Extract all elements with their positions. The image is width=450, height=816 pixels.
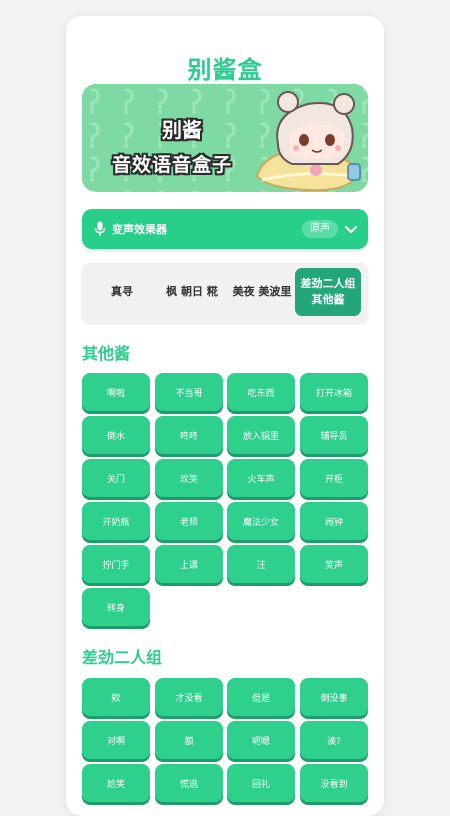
sound-button[interactable]: 辅导员 — [300, 416, 368, 454]
banner: 别酱 音效语音盒子 — [82, 84, 368, 192]
sound-button[interactable]: 呃嗯 — [227, 721, 295, 759]
sound-button[interactable]: 魔法少女 — [227, 502, 295, 540]
sound-button[interactable]: 火车声 — [227, 459, 295, 497]
sound-button[interactable]: 上课 — [155, 545, 223, 583]
sound-button[interactable]: 笑声 — [300, 545, 368, 583]
sound-button[interactable]: 没看到 — [300, 764, 368, 802]
banner-title-line2: 音效语音盒子 — [111, 154, 232, 176]
sound-button[interactable]: 转身 — [82, 588, 150, 626]
tab-meiye-meiboli[interactable]: 美夜 美波里 — [229, 268, 295, 316]
app-card: 别酱盒 别酱 音效语音盒子 变声效果器 原声 真寻 枫 朝日 糀 美夜 美波里 … — [66, 16, 384, 816]
sound-button[interactable]: 对啊 — [82, 721, 150, 759]
sound-button[interactable]: 诶? — [300, 721, 368, 759]
sound-button[interactable]: 额 — [155, 721, 223, 759]
sound-button[interactable]: 倒没事 — [300, 678, 368, 716]
sound-button[interactable]: 闹钟 — [300, 502, 368, 540]
sound-button[interactable]: 欢笑 — [155, 459, 223, 497]
section-title-chajin: 差劲二人组 — [82, 648, 163, 667]
sound-button[interactable]: 打开冰箱 — [300, 373, 368, 411]
voice-effect-value[interactable]: 原声 — [302, 220, 338, 238]
page-title: 别酱盒 — [187, 56, 263, 84]
sound-button[interactable]: 放入锅里 — [227, 416, 295, 454]
sound-button[interactable]: 开柜 — [300, 459, 368, 497]
sound-button[interactable]: 尬笑 — [82, 764, 150, 802]
chevron-down-icon[interactable] — [344, 222, 358, 236]
sound-button[interactable]: 老师 — [155, 502, 223, 540]
sound-button[interactable]: 关门 — [82, 459, 150, 497]
sound-button[interactable]: 咚咚 — [155, 416, 223, 454]
sound-button[interactable]: 啊啦 — [82, 373, 150, 411]
sound-button[interactable]: 但是 — [227, 678, 295, 716]
voice-changer-dropdown[interactable]: 变声效果器 原声 — [82, 209, 368, 249]
sound-button[interactable]: 拧门手 — [82, 545, 150, 583]
tab-zhenxun[interactable]: 真寻 — [89, 268, 155, 316]
tab-chajin-qita[interactable]: 差劲二人组 其他酱 — [295, 268, 361, 316]
banner-title-line1: 别酱 — [162, 118, 202, 142]
microphone-icon — [94, 221, 106, 236]
sound-button[interactable]: 回礼 — [227, 764, 295, 802]
sound-button[interactable]: 汪 — [227, 545, 295, 583]
sound-button[interactable]: 不当哥 — [155, 373, 223, 411]
category-tabs: 真寻 枫 朝日 糀 美夜 美波里 差劲二人组 其他酱 — [82, 263, 368, 323]
sound-button[interactable]: 吃东西 — [227, 373, 295, 411]
sound-button[interactable]: 慌逃 — [155, 764, 223, 802]
section-title-other: 其他酱 — [82, 344, 131, 363]
sound-button[interactable]: 开奶瓶 — [82, 502, 150, 540]
sound-button[interactable]: 倒水 — [82, 416, 150, 454]
sound-button[interactable]: 欸 — [82, 678, 150, 716]
tab-feng-chaori[interactable]: 枫 朝日 糀 — [159, 268, 225, 316]
sound-button[interactable]: 才没看 — [155, 678, 223, 716]
voice-changer-label: 变声效果器 — [112, 223, 167, 236]
